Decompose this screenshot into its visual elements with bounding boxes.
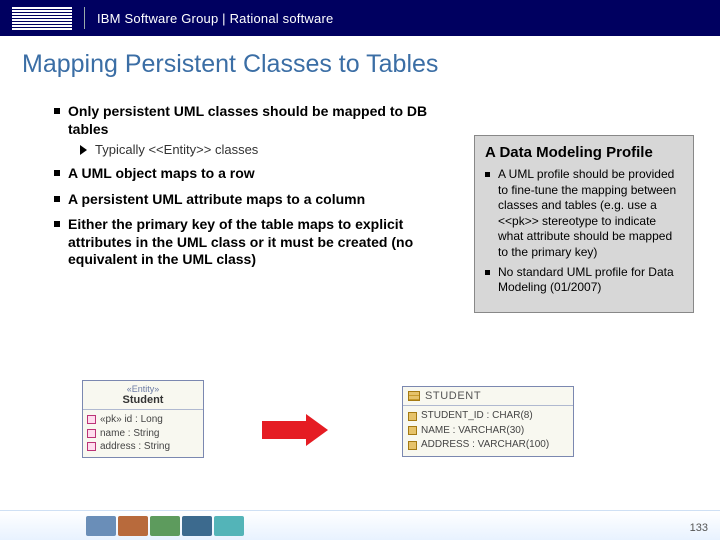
square-bullet-icon <box>485 270 490 275</box>
db-col: NAME : VARCHAR(30) <box>421 424 524 439</box>
db-col: ADDRESS : VARCHAR(100) <box>421 438 549 453</box>
sidebox-bullet-no-standard: No standard UML profile for Data Modelin… <box>485 265 683 296</box>
uml-attr-row: «pk» id : Long <box>87 413 199 427</box>
diagram-area: «Entity» Student «pk» id : Long name : S… <box>82 380 642 480</box>
column-icon <box>408 412 417 421</box>
db-col: STUDENT_ID : CHAR(8) <box>421 409 533 424</box>
page-title: Mapping Persistent Classes to Tables <box>0 36 720 89</box>
db-col-row: STUDENT_ID : CHAR(8) <box>408 409 568 424</box>
footer-thumbnail-icon <box>182 516 212 536</box>
bullet-primary-key: Either the primary key of the table maps… <box>54 216 430 269</box>
footer-thumbnail-icon <box>118 516 148 536</box>
ibm-logo-icon <box>12 7 72 30</box>
bullet-text: Only persistent UML classes should be ma… <box>68 103 430 138</box>
header-text: IBM Software Group | Rational software <box>97 11 333 26</box>
footer-thumbnail-icon <box>86 516 116 536</box>
uml-attr: name : String <box>100 427 159 441</box>
arrow-icon <box>262 414 328 446</box>
column-icon <box>408 426 417 435</box>
bullet-text: A UML object maps to a row <box>68 165 255 183</box>
square-bullet-icon <box>54 108 60 114</box>
db-col-row: NAME : VARCHAR(30) <box>408 424 568 439</box>
bullet-attribute-column: A persistent UML attribute maps to a col… <box>54 191 430 209</box>
bullet-text: Either the primary key of the table maps… <box>68 216 430 269</box>
bullet-text: Typically <<Entity>> classes <box>95 142 258 157</box>
bullet-persistent-classes: Only persistent UML classes should be ma… <box>54 103 430 138</box>
sidebox-bullet-profile: A UML profile should be provided to fine… <box>485 167 683 261</box>
uml-attr: address : String <box>100 440 170 454</box>
square-bullet-icon <box>54 170 60 176</box>
sub-bullet-entity: Typically <<Entity>> classes <box>80 142 430 157</box>
square-bullet-icon <box>54 221 60 227</box>
footer-thumbnail-icon <box>150 516 180 536</box>
square-bullet-icon <box>54 196 60 202</box>
db-col-row: ADDRESS : VARCHAR(100) <box>408 438 568 453</box>
attribute-icon <box>87 415 96 424</box>
footer-thumbnail-icon <box>214 516 244 536</box>
attribute-icon <box>87 442 96 451</box>
uml-classname: Student <box>83 394 203 406</box>
sidebox-title: A Data Modeling Profile <box>485 144 683 161</box>
top-bar: IBM Software Group | Rational software <box>0 0 720 36</box>
bullet-text: A UML profile should be provided to fine… <box>498 167 683 261</box>
uml-stereotype: «Entity» <box>83 384 203 394</box>
attribute-icon <box>87 429 96 438</box>
triangle-bullet-icon <box>80 145 87 155</box>
square-bullet-icon <box>485 172 490 177</box>
uml-class-box: «Entity» Student «pk» id : Long name : S… <box>82 380 204 458</box>
sidebox-data-modeling-profile: A Data Modeling Profile A UML profile sh… <box>474 135 694 313</box>
column-icon <box>408 441 417 450</box>
bullet-object-row: A UML object maps to a row <box>54 165 430 183</box>
db-table-box: STUDENT STUDENT_ID : CHAR(8) NAME : VARC… <box>402 386 574 457</box>
page-number: 133 <box>690 522 708 534</box>
table-icon <box>408 391 420 401</box>
db-table-name: STUDENT <box>425 390 481 402</box>
footer-bar: 133 <box>0 510 720 540</box>
uml-attr: «pk» id : Long <box>100 413 163 427</box>
uml-attr-row: address : String <box>87 440 199 454</box>
footer-thumbnail-strip <box>86 516 244 536</box>
bullet-text: No standard UML profile for Data Modelin… <box>498 265 683 296</box>
uml-attr-row: name : String <box>87 427 199 441</box>
divider <box>84 7 85 29</box>
bullet-text: A persistent UML attribute maps to a col… <box>68 191 365 209</box>
